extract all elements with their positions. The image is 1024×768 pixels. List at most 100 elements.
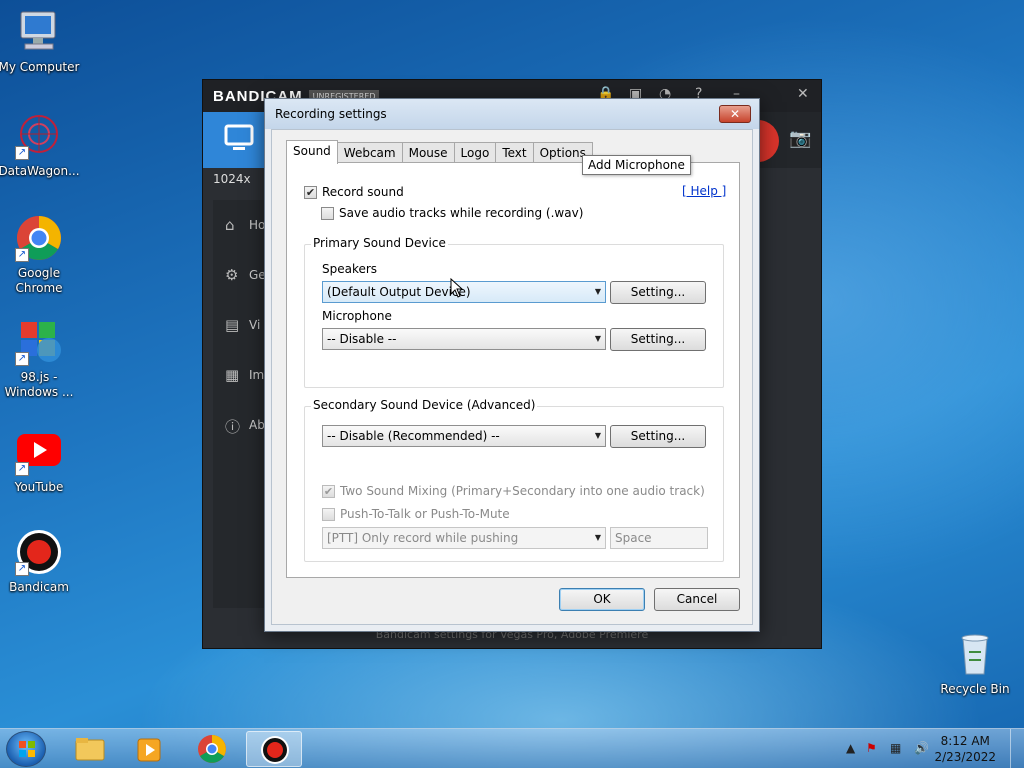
video-icon: ▤ xyxy=(225,316,240,334)
tab-sound[interactable]: Sound xyxy=(286,140,338,164)
taskbar-bandicam[interactable] xyxy=(246,731,302,767)
dialog-title: Recording settings xyxy=(275,107,387,121)
sidebar-item-label: Ho xyxy=(249,218,266,232)
taskbar: ▲ ⚑ ▦ 🔊 8:12 AM 2/23/2022 xyxy=(0,728,1024,768)
speakers-label: Speakers xyxy=(322,262,378,276)
close-icon[interactable]: ✕ xyxy=(797,86,809,102)
taskbar-media-player[interactable] xyxy=(122,731,178,767)
action-center-icon[interactable]: ⚑ xyxy=(866,741,882,757)
desktop-icon-label: YouTube xyxy=(14,480,64,494)
recycle-bin-icon xyxy=(951,630,999,678)
shortcut-arrow-icon: ↗ xyxy=(15,352,29,366)
tab-mouse[interactable]: Mouse xyxy=(401,142,455,164)
speakers-setting-button[interactable]: Setting... xyxy=(610,281,706,304)
microphone-setting-button[interactable]: Setting... xyxy=(610,328,706,351)
desktop-icon-google-chrome[interactable]: ↗ Google Chrome xyxy=(0,214,82,296)
desktop-icon-label: Recycle Bin xyxy=(940,682,1010,696)
chevron-down-icon: ▼ xyxy=(594,287,601,296)
gear-icon: ⚙ xyxy=(225,266,239,284)
microphone-value: -- Disable -- xyxy=(327,332,397,346)
sidebar-item-label: Im xyxy=(249,368,265,382)
secondary-setting-button[interactable]: Setting... xyxy=(610,425,706,448)
checkbox-check: ✔ xyxy=(304,185,317,199)
media-player-icon xyxy=(137,738,161,762)
ptt-mode-select[interactable]: [PTT] Only record while pushing ▼ xyxy=(322,527,606,549)
chrome-icon xyxy=(198,735,226,763)
clock-time: 8:12 AM xyxy=(940,734,990,748)
mouse-cursor-icon xyxy=(450,278,464,298)
datawagon-icon: ↗ xyxy=(15,112,63,160)
shortcut-arrow-icon: ↗ xyxy=(15,248,29,262)
chrome-icon: ↗ xyxy=(15,214,63,262)
resolution-text: 1024x xyxy=(213,172,251,186)
info-icon: ⓘ xyxy=(225,418,241,436)
desktop-icon-label: 98.js - Windows ... xyxy=(4,370,74,399)
checkbox-box xyxy=(321,206,334,220)
two-sound-mixing-checkbox[interactable]: ✔ Two Sound Mixing (Primary+Secondary in… xyxy=(322,484,705,498)
camera-icon[interactable]: 📷 xyxy=(789,128,813,150)
close-button[interactable]: ✕ xyxy=(719,105,751,123)
desktop-icon-label: Bandicam xyxy=(9,580,69,594)
microphone-label: Microphone xyxy=(322,309,392,323)
show-hidden-icons-icon[interactable]: ▲ xyxy=(846,741,862,757)
tab-text[interactable]: Text xyxy=(495,142,534,164)
tab-webcam[interactable]: Webcam xyxy=(336,142,403,164)
close-icon: ✕ xyxy=(729,107,741,121)
checkbox-check: ✔ xyxy=(322,484,335,498)
desktop-icon-bandicam[interactable]: ↗ Bandicam xyxy=(0,528,82,595)
windows-98-icon: ↗ xyxy=(15,318,63,366)
clock-date: 2/23/2022 xyxy=(934,750,996,764)
desktop-icon-label: Google Chrome xyxy=(15,266,63,295)
sidebar-item-label: Ab xyxy=(249,418,265,432)
two-sound-mixing-label: Two Sound Mixing (Primary+Secondary into… xyxy=(340,484,705,498)
push-to-talk-checkbox[interactable]: Push-To-Talk or Push-To-Mute xyxy=(322,507,510,521)
folder-icon xyxy=(75,738,105,761)
image-icon: ▦ xyxy=(225,366,240,384)
cancel-button[interactable]: Cancel xyxy=(654,588,740,611)
dialog-titlebar: Recording settings xyxy=(265,99,759,129)
ok-button[interactable]: OK xyxy=(559,588,645,611)
save-audio-tracks-checkbox[interactable]: Save audio tracks while recording (.wav) xyxy=(321,206,583,220)
ptt-mode-value: [PTT] Only record while pushing xyxy=(327,531,519,545)
shortcut-arrow-icon: ↗ xyxy=(15,462,29,476)
microphone-select[interactable]: -- Disable -- ▼ xyxy=(322,328,606,350)
computer-icon xyxy=(15,8,63,56)
youtube-icon: ↗ xyxy=(15,428,63,476)
record-sound-label: Record sound xyxy=(322,185,404,199)
save-audio-tracks-label: Save audio tracks while recording (.wav) xyxy=(339,206,584,220)
taskbar-explorer[interactable] xyxy=(62,731,118,767)
secondary-device-select[interactable]: -- Disable (Recommended) -- ▼ xyxy=(322,425,606,447)
chevron-down-icon: ▼ xyxy=(594,431,601,440)
sidebar-item-label: Vi xyxy=(249,318,261,332)
start-button[interactable] xyxy=(6,731,46,767)
bandicam-icon xyxy=(261,736,289,764)
shortcut-arrow-icon: ↗ xyxy=(15,562,29,576)
checkbox-box xyxy=(322,507,335,521)
desktop-icon-label: DataWagon... xyxy=(0,164,80,178)
record-sound-checkbox[interactable]: ✔ Record sound xyxy=(304,185,404,199)
taskbar-chrome[interactable] xyxy=(184,731,240,767)
secondary-sound-device-group: Secondary Sound Device (Advanced) -- Dis… xyxy=(304,398,724,562)
volume-icon[interactable]: 🔊 xyxy=(914,741,930,757)
recording-settings-dialog: Recording settings ✕ Sound Webcam Mouse … xyxy=(264,98,760,632)
help-link[interactable]: [ Help ] xyxy=(682,184,726,198)
desktop-icon-youtube[interactable]: ↗ YouTube xyxy=(0,428,82,495)
tab-bar: Sound Webcam Mouse Logo Text Options xyxy=(286,140,593,164)
ptt-hotkey-field[interactable]: Space xyxy=(610,527,708,549)
desktop-icon-label: My Computer xyxy=(0,60,80,74)
shortcut-arrow-icon: ↗ xyxy=(15,146,29,160)
windows-logo-icon xyxy=(19,741,35,757)
home-icon: ⌂ xyxy=(225,216,235,234)
speakers-select[interactable]: (Default Output Device) ▼ xyxy=(322,281,606,303)
tab-logo[interactable]: Logo xyxy=(453,142,497,164)
desktop-icon-datawagon[interactable]: ↗ DataWagon... xyxy=(0,112,82,179)
group-title: Secondary Sound Device (Advanced) xyxy=(311,398,538,412)
secondary-device-value: -- Disable (Recommended) -- xyxy=(327,429,500,443)
tooltip: Add Microphone xyxy=(582,155,691,175)
clock[interactable]: 8:12 AM 2/23/2022 xyxy=(934,733,996,765)
desktop-icon-my-computer[interactable]: My Computer xyxy=(0,8,82,75)
network-icon[interactable]: ▦ xyxy=(890,741,906,757)
desktop-icon-98js[interactable]: ↗ 98.js - Windows ... xyxy=(0,318,82,400)
show-desktop-button[interactable] xyxy=(1010,729,1024,768)
desktop-icon-recycle-bin[interactable]: Recycle Bin xyxy=(932,630,1018,697)
